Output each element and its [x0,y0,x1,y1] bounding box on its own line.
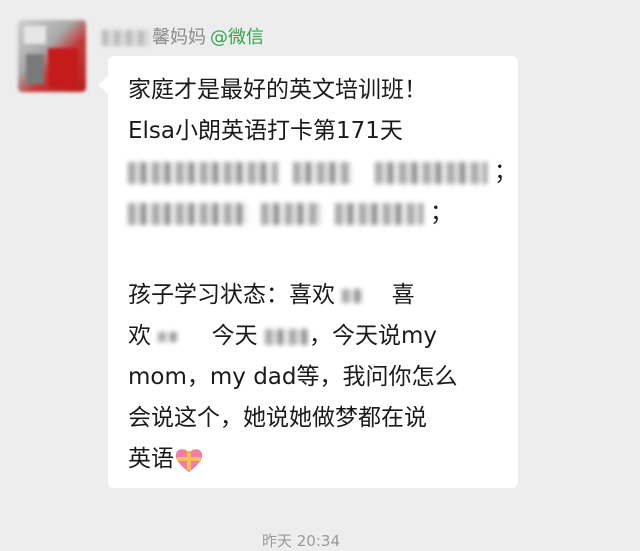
message-text-segment: 喜 [391,282,415,308]
redacted-text [334,202,423,225]
message-punctuation: ； [493,159,517,185]
redacted-text [342,288,365,303]
sender-name-text: 馨妈妈 [152,27,206,48]
message-line: 孩子学习状态：喜欢 喜 [128,275,508,316]
blurred-name [102,30,150,46]
message-timestamp: 昨天 20:34 [262,532,340,550]
message-text-segment: 欢 [128,323,151,349]
message-punctuation: ； [429,200,453,226]
redacted-text [264,328,309,345]
message-line: 家庭才是最好的英文培训班！ [128,77,427,103]
message-line: 欢 今天 ，今天说my [128,316,508,357]
mention-link[interactable]: @微信 [210,27,264,48]
message-text-segment: 今天 [211,323,258,349]
redacted-text [128,161,278,184]
redacted-text [374,161,487,184]
heart-with-ribbon-icon [175,447,203,472]
message-line: ； [128,152,517,193]
message-text-segment: 英语 [128,446,174,472]
sender-name: 馨妈妈 @微信 [102,26,264,50]
redacted-text [261,202,322,225]
message-line: 会说这个，她说她做梦都在说 [128,405,427,431]
redacted-text [293,161,352,184]
message-text: 家庭才是最好的英文培训班！ Elsa小朗英语打卡第171天 ； ； 孩子学习状态… [128,70,517,480]
message-line: Elsa小朗英语打卡第171天 [128,118,403,144]
message-text-segment: 孩子学习状态：喜欢 [128,282,335,308]
redacted-text [128,202,248,225]
redacted-text [158,331,179,342]
message-bubble[interactable]: 家庭才是最好的英文培训班！ Elsa小朗英语打卡第171天 ； ； 孩子学习状态… [98,56,518,488]
sender-avatar[interactable] [18,20,86,92]
message-line: ； [128,193,508,234]
message-line: mom，my dad等，我问你怎么 [128,364,458,390]
message-text-segment: ，今天说my [308,323,437,349]
message-line: 英语 [128,439,508,480]
